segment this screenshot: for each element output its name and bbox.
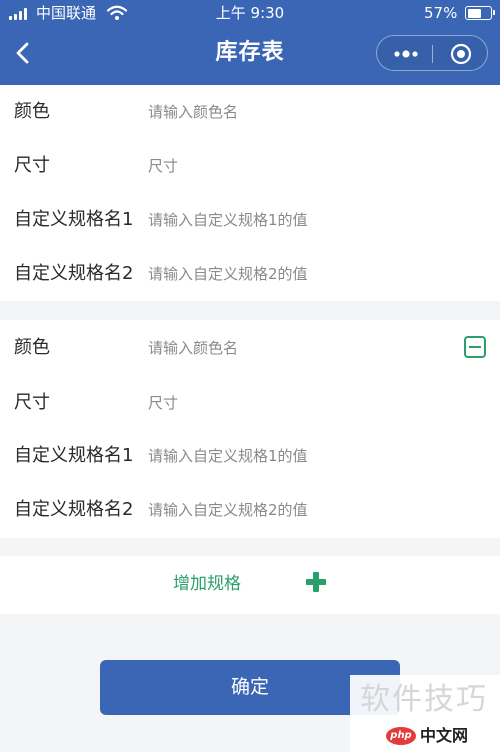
spec-row-size: 尺寸 <box>0 388 500 418</box>
battery-icon <box>465 6 495 20</box>
spec-row-color: 颜色 <box>0 333 500 363</box>
size-input[interactable] <box>148 388 448 418</box>
spec-label-size: 尺寸 <box>14 392 50 413</box>
color-input[interactable] <box>148 97 448 127</box>
spec-row-color: 颜色 <box>0 97 500 127</box>
plus-icon[interactable] <box>305 571 327 593</box>
spec-group-card: 颜色 尺寸 自定义规格名1 自定义规格名2 <box>0 85 500 301</box>
battery-percent: 57% <box>424 4 458 22</box>
spec-label-custom-2: 自定义规格名2 <box>14 499 134 520</box>
spec-row-custom-1: 自定义规格名1 <box>0 441 500 471</box>
spec-row-custom-2: 自定义规格名2 <box>0 495 500 525</box>
add-spec-button[interactable]: 增加规格 <box>0 556 500 614</box>
spec-label-color: 颜色 <box>14 101 50 122</box>
custom-spec-1-input[interactable] <box>148 205 448 235</box>
spec-row-custom-1: 自定义规格名1 <box>0 205 500 235</box>
mini-program-capsule <box>376 35 488 71</box>
custom-spec-2-input[interactable] <box>148 259 448 289</box>
minus-square-icon[interactable] <box>464 336 486 358</box>
spec-label-custom-1: 自定义规格名1 <box>14 445 134 466</box>
watermark: 软件技巧 php 中文网 <box>350 675 500 752</box>
header: 中国联通 上午 9:30 57% 库存表 <box>0 0 500 85</box>
size-input[interactable] <box>148 151 448 181</box>
capsule-divider <box>432 45 433 63</box>
php-logo: php <box>386 727 416 745</box>
spec-label-custom-1: 自定义规格名1 <box>14 209 134 230</box>
custom-spec-1-input[interactable] <box>148 441 448 471</box>
spec-group-card: 颜色 尺寸 自定义规格名1 自定义规格名2 <box>0 320 500 538</box>
spec-row-size: 尺寸 <box>0 151 500 181</box>
spec-label-size: 尺寸 <box>14 155 50 176</box>
capsule-close-icon[interactable] <box>450 43 472 65</box>
more-dots-icon[interactable] <box>391 46 421 62</box>
color-input[interactable] <box>148 333 448 363</box>
watermark-site-name: 中文网 <box>420 726 469 745</box>
watermark-text: 软件技巧 <box>360 682 488 717</box>
custom-spec-2-input[interactable] <box>148 495 448 525</box>
page: 中国联通 上午 9:30 57% 库存表 颜色 请输入颜色名 尺寸 尺寸 自定义… <box>0 0 500 752</box>
add-spec-label: 增加规格 <box>173 574 241 594</box>
spec-row-custom-2: 自定义规格名2 <box>0 259 500 289</box>
spec-label-color: 颜色 <box>14 337 50 358</box>
spec-label-custom-2: 自定义规格名2 <box>14 263 134 284</box>
status-bar: 中国联通 上午 9:30 57% <box>0 0 500 28</box>
